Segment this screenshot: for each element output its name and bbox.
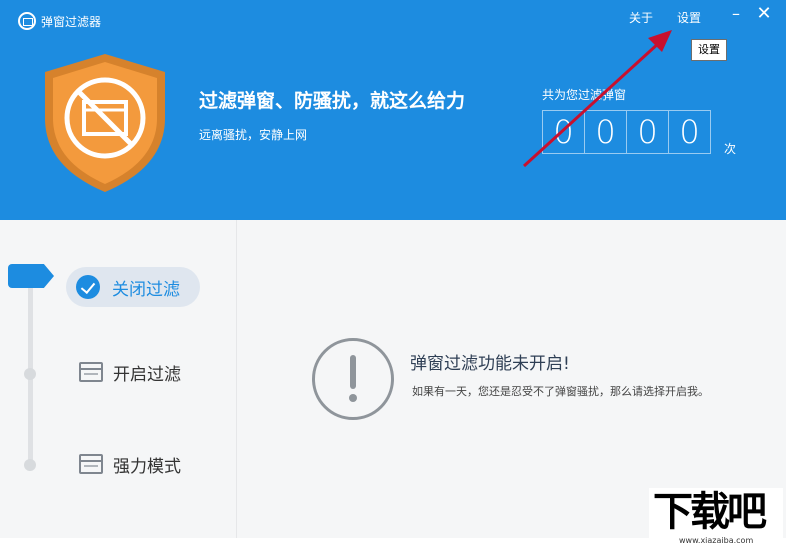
app-title: 弹窗过滤器 bbox=[41, 15, 102, 29]
headline: 过滤弹窗、防骚扰，就这么给力 bbox=[199, 90, 466, 112]
header-banner: 弹窗过滤器 关于 设置 – ✕ 过滤弹窗、防骚扰，就这么给力 远离骚扰，安静上网… bbox=[0, 0, 786, 220]
mode-label: 关闭过滤 bbox=[112, 279, 180, 300]
counter-digit: 0 bbox=[543, 111, 585, 153]
mode-open-filter[interactable]: 开启过滤 bbox=[66, 352, 181, 392]
watermark-url: www.xiazaiba.com bbox=[679, 536, 754, 545]
mode-label: 开启过滤 bbox=[113, 364, 181, 385]
filter-count-label: 共为您过滤弹窗 bbox=[542, 88, 627, 102]
mode-sidebar: 关闭过滤 开启过滤 强力模式 bbox=[0, 220, 237, 538]
counter-digit: 0 bbox=[627, 111, 669, 153]
watermark: 下载吧 www.xiazaiba.com bbox=[649, 488, 783, 548]
mode-close-filter[interactable]: 关闭过滤 bbox=[66, 267, 200, 307]
track-dot bbox=[24, 368, 36, 380]
counter-digit: 0 bbox=[679, 113, 700, 151]
settings-link[interactable]: 设置 bbox=[677, 9, 701, 26]
shield-icon bbox=[45, 54, 165, 192]
window-icon bbox=[79, 454, 103, 474]
close-icon[interactable]: ✕ bbox=[754, 4, 774, 24]
exclamation-icon bbox=[312, 338, 394, 420]
window-icon bbox=[79, 362, 103, 382]
track-dot bbox=[24, 459, 36, 471]
minimize-icon[interactable]: – bbox=[726, 4, 746, 24]
settings-tooltip: 设置 bbox=[691, 39, 727, 61]
times-unit-label: 次 bbox=[724, 142, 737, 156]
status-description: 如果有一天，您还是忍受不了弹窗骚扰，那么请选择开启我。 bbox=[412, 385, 709, 398]
watermark-brand: 下载吧 bbox=[653, 489, 767, 535]
counter-digit: 0 bbox=[585, 111, 627, 153]
status-title: 弹窗过滤功能未开启! bbox=[410, 354, 570, 374]
mode-strong[interactable]: 强力模式 bbox=[66, 444, 181, 484]
mode-label: 强力模式 bbox=[113, 456, 181, 477]
about-link[interactable]: 关于 bbox=[629, 9, 653, 26]
subline: 远离骚扰，安静上网 bbox=[199, 128, 308, 142]
check-icon bbox=[76, 275, 100, 299]
selection-pointer bbox=[8, 264, 54, 288]
app-logo-icon bbox=[18, 12, 36, 30]
filter-counter: 0 0 0 0 bbox=[542, 110, 711, 154]
